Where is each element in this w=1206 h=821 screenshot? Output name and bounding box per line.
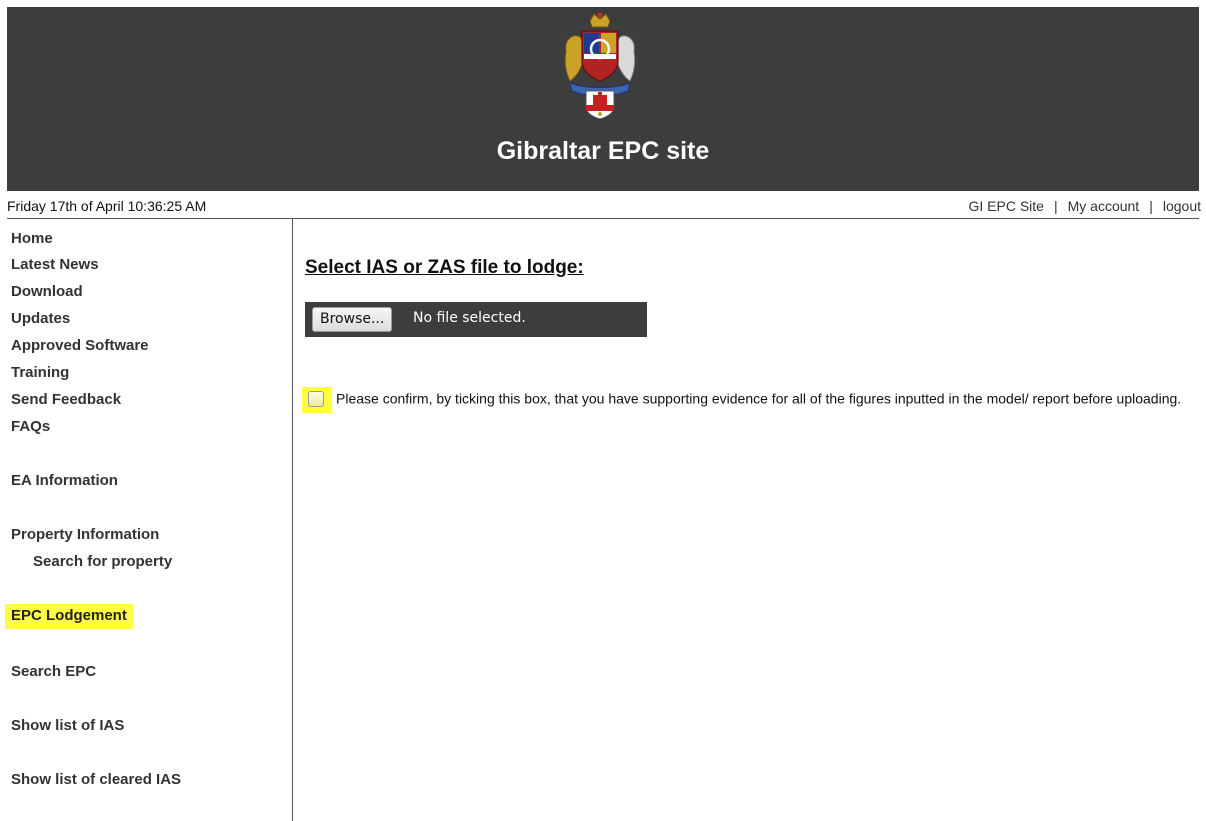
confirmation-text: Please confirm, by ticking this box, tha… (336, 390, 1182, 407)
sidebar-item-epc-lodgement[interactable]: EPC Lodgement (5, 604, 133, 629)
gi-epc-site-link[interactable]: GI EPC Site (969, 198, 1044, 214)
coat-of-arms-logo (564, 12, 636, 119)
sidebar-item-training[interactable]: Training (11, 364, 69, 381)
sidebar-nav: Home Latest News Download Updates Approv… (0, 219, 293, 821)
top-links: GI EPC Site | My account | logout (969, 198, 1202, 214)
sidebar-item-updates[interactable]: Updates (11, 310, 70, 327)
my-account-link[interactable]: My account (1068, 198, 1140, 214)
browse-button[interactable]: Browse... (312, 307, 393, 332)
site-header: Gibraltar EPC site (7, 7, 1199, 191)
sidebar-item-approved-software[interactable]: Approved Software (11, 337, 149, 354)
sidebar-item-property-information[interactable]: Property Information (11, 526, 159, 543)
sidebar-item-show-list-of-ias[interactable]: Show list of IAS (11, 717, 124, 734)
sidebar-item-ea-information[interactable]: EA Information (11, 472, 118, 489)
file-status-text: No file selected. (413, 310, 526, 326)
sidebar-item-latest-news[interactable]: Latest News (11, 256, 99, 273)
sidebar-item-search-for-property[interactable]: Search for property (33, 553, 172, 570)
site-title: Gibraltar EPC site (496, 137, 710, 165)
sidebar-item-search-epc[interactable]: Search EPC (11, 663, 96, 680)
sidebar-item-home[interactable]: Home (11, 230, 53, 247)
confirm-evidence-checkbox[interactable] (308, 391, 324, 407)
confirmation-row: Please confirm, by ticking this box, tha… (302, 387, 1194, 413)
sidebar-item-download[interactable]: Download (11, 283, 83, 300)
link-separator: | (1149, 198, 1153, 214)
sidebar-item-faqs[interactable]: FAQs (11, 418, 50, 435)
link-separator: | (1053, 198, 1058, 214)
main-content: Select IAS or ZAS file to lodge: Browse.… (302, 219, 1199, 821)
file-upload-field[interactable]: Browse... No file selected. (305, 302, 647, 337)
sidebar-item-send-feedback[interactable]: Send Feedback (11, 391, 121, 408)
checkbox-highlight (302, 387, 332, 413)
current-datetime: Friday 17th of April 10:36:25 AM (7, 198, 207, 214)
logout-link[interactable]: logout (1163, 198, 1201, 214)
sidebar-item-show-list-of-cleared-ias[interactable]: Show list of cleared IAS (11, 771, 181, 788)
page-heading: Select IAS or ZAS file to lodge: (305, 257, 584, 278)
info-bar: Friday 17th of April 10:36:25 AM GI EPC … (7, 196, 1202, 219)
